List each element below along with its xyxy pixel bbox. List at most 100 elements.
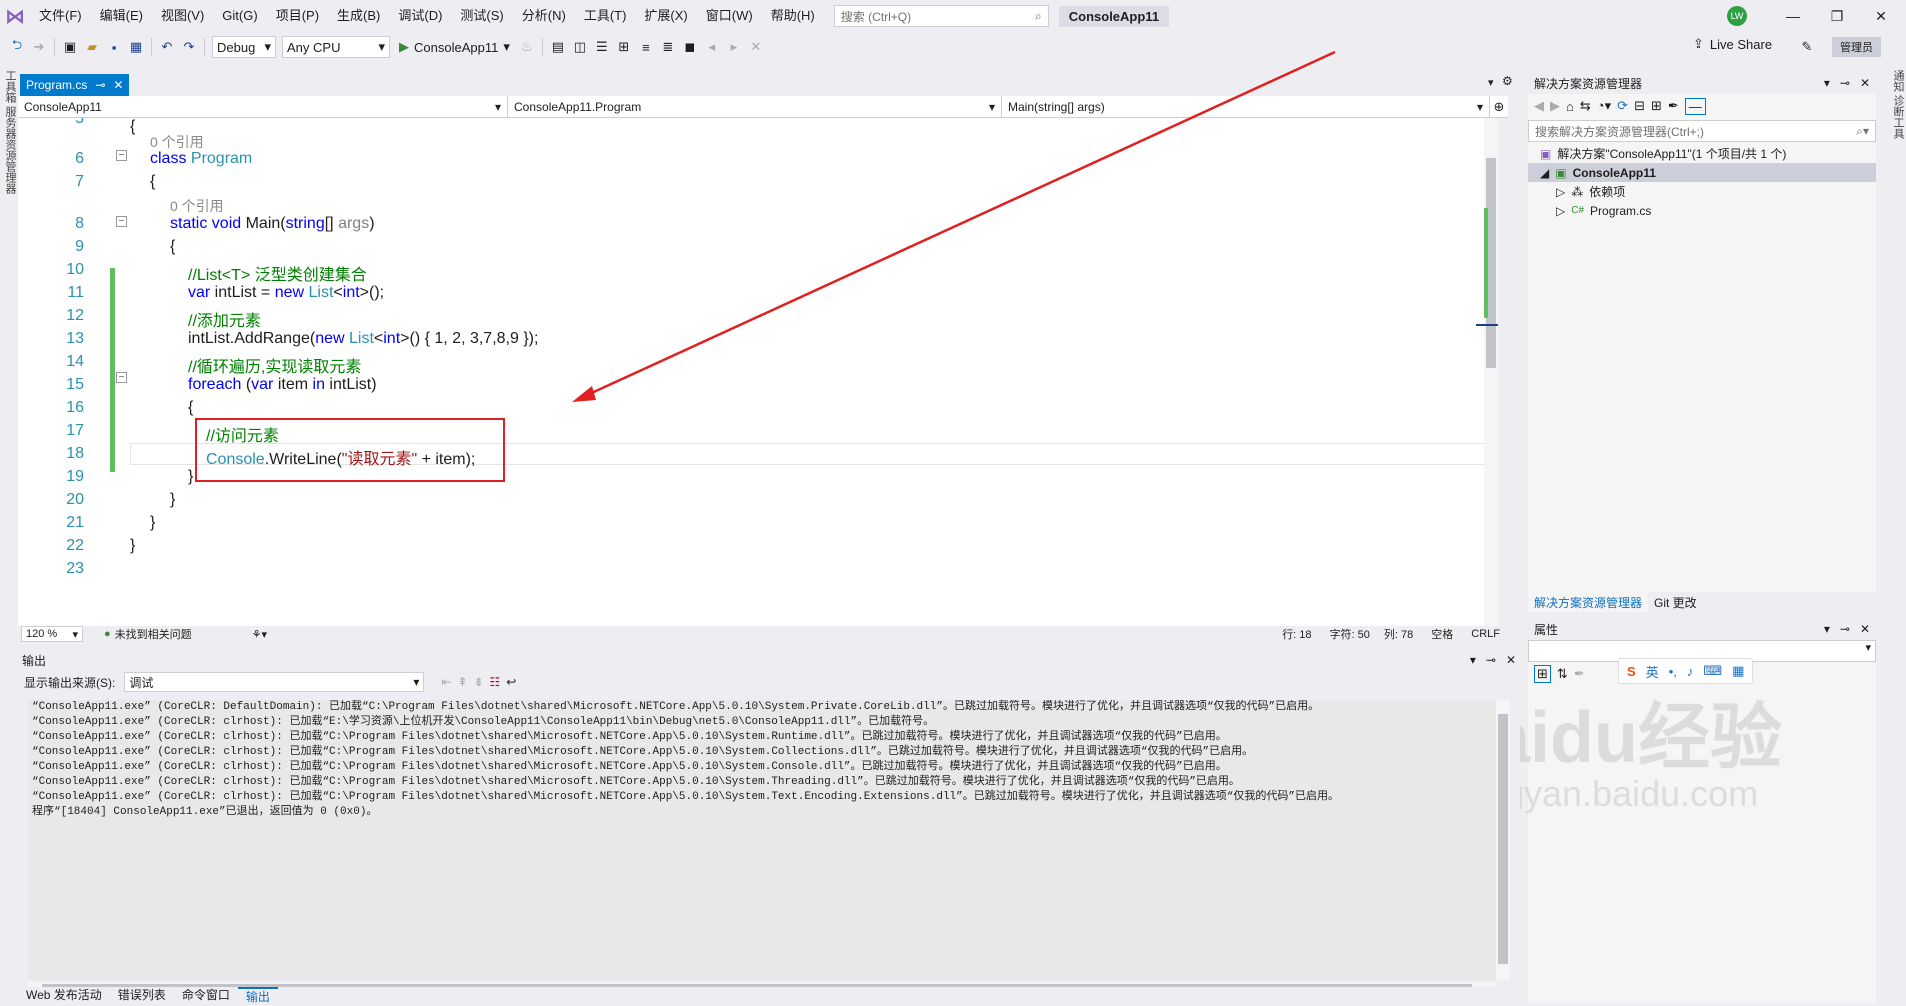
dropdown-icon[interactable]: ▾ [1470, 653, 1476, 667]
reference-count[interactable]: 0 个引用 [150, 132, 204, 152]
pin-icon[interactable]: ⊸ [1840, 76, 1850, 90]
redo-icon[interactable]: ↷ [178, 36, 200, 58]
expand-icon[interactable]: ▷ [1556, 185, 1565, 199]
member-nav-select[interactable]: Main(string[] args) ▾ [1002, 96, 1490, 118]
tree-item-project[interactable]: ◢ ▣ ConsoleApp11 [1528, 163, 1876, 182]
menu-item[interactable]: Git(G) [213, 0, 266, 32]
line-ending-indicator[interactable]: CRLF [1471, 628, 1500, 640]
class-nav-select[interactable]: ConsoleApp11.Program ▾ [508, 96, 1002, 118]
clear-all-icon[interactable]: ☷ [490, 675, 501, 689]
browse-icon[interactable]: ▤ [547, 36, 569, 58]
dropdown-icon[interactable]: ▾ [1824, 622, 1830, 636]
collapse-icon[interactable]: − [116, 216, 127, 227]
layout-icon[interactable]: ⊞ [613, 36, 635, 58]
tab-command-window[interactable]: 命令窗口 [174, 987, 238, 1004]
right-tool-strip[interactable]: 通知 诊断工具 [1880, 62, 1906, 1004]
close-icon[interactable]: ✕ [1860, 76, 1870, 90]
close-icon[interactable]: ✕ [1858, 0, 1904, 32]
forward-icon[interactable]: ➔ [28, 36, 50, 58]
solution-search-input[interactable]: 搜索解决方案资源管理器(Ctrl+;) ⌕▾ [1528, 120, 1876, 142]
left-tool-strip[interactable]: 工具箱 服务器资源管理器 [0, 62, 18, 1004]
code-editor[interactable]: 5 6 7 8 9 10 11 12 13 14 15 16 17 18 19 20 21 22 23 − − − … [18, 118, 1498, 626]
search-input[interactable]: 搜索 (Ctrl+Q) ⌕ [833, 5, 1049, 27]
menu-item[interactable]: 测试(S) [451, 0, 512, 32]
platform-select[interactable]: Any CPU ▾ [282, 36, 390, 58]
output-source-select[interactable]: 调试 ▾ [124, 672, 425, 692]
minimize-icon[interactable]: — [1770, 0, 1816, 32]
close-tab-icon[interactable]: ✕ [113, 78, 123, 92]
menu-item[interactable]: 工具(T) [575, 0, 636, 32]
next-message-icon[interactable]: ⇟ [473, 675, 483, 689]
open-folder-icon[interactable]: ▰ [81, 36, 103, 58]
find-message-icon[interactable]: ⇤ [441, 675, 451, 689]
menu-item[interactable]: 项目(P) [267, 0, 328, 32]
tab-solution-explorer[interactable]: 解决方案资源管理器 [1528, 592, 1649, 612]
close-icon[interactable]: ✕ [1860, 622, 1870, 636]
comment-icon[interactable]: ≡ [635, 36, 657, 58]
sync-icon[interactable]: ⟳ [1617, 98, 1628, 114]
back-icon[interactable]: ⮌ [6, 36, 28, 58]
scroll-thumb[interactable] [1498, 714, 1508, 964]
project-nav-select[interactable]: ConsoleApp11 ▾ [18, 96, 508, 118]
collapse-all-icon[interactable]: ⊟ [1634, 98, 1645, 114]
settings-icon[interactable]: ⚙ [1502, 74, 1513, 88]
dropdown-icon[interactable]: ▾ [1824, 76, 1830, 90]
screenshot-icon[interactable]: ◫ [569, 36, 591, 58]
align-icon[interactable]: ☰ [591, 36, 613, 58]
microphone-icon[interactable]: ♪ [1687, 664, 1694, 679]
configuration-select[interactable]: Debug ▾ [212, 36, 276, 58]
word-wrap-icon[interactable]: ↩ [506, 675, 516, 689]
clear-bookmarks-icon[interactable]: ✕ [745, 36, 767, 58]
output-text[interactable]: “ConsoleApp11.exe” (CoreCLR: DefaultDoma… [28, 700, 1498, 980]
show-all-files-icon[interactable]: ⊞ [1651, 98, 1662, 114]
undo-icon[interactable]: ↶ [156, 36, 178, 58]
prev-message-icon[interactable]: ⇞ [457, 675, 467, 689]
col-indicator[interactable]: 列: 78 [1384, 626, 1413, 642]
tab-overflow-icon[interactable]: ▾ [1488, 76, 1494, 89]
pin-icon[interactable]: ⊸ [1486, 653, 1496, 667]
home-icon[interactable]: ⌂ [1566, 99, 1574, 114]
tab-git-changes[interactable]: Git 更改 [1648, 592, 1703, 612]
menu-item[interactable]: 分析(N) [513, 0, 575, 32]
tab-web-publish[interactable]: Web 发布活动 [18, 987, 110, 1004]
keyboard-icon[interactable]: ⌨ [1703, 663, 1722, 679]
editor-vertical-scrollbar[interactable] [1476, 118, 1498, 626]
char-indicator[interactable]: 字符: 50 [1330, 626, 1370, 642]
tab-program-cs[interactable]: Program.cs ⊸ ✕ [20, 74, 130, 96]
preview-icon[interactable]: — [1684, 97, 1706, 115]
expand-icon[interactable]: ▷ [1556, 204, 1565, 218]
start-debugging-button[interactable]: ▶ ConsoleApp11 ▾ [399, 39, 510, 55]
menu-item[interactable]: 生成(B) [328, 0, 389, 32]
pending-changes-icon[interactable]: ◔▾ [1597, 98, 1611, 114]
uncomment-icon[interactable]: ≣ [657, 36, 679, 58]
whitespace-indicator[interactable]: 空格 [1431, 626, 1453, 642]
switch-views-icon[interactable]: ⇆ [1580, 98, 1591, 114]
forward-icon[interactable]: ▶ [1550, 98, 1560, 114]
tree-item-solution[interactable]: ▣ 解决方案"ConsoleApp11"(1 个项目/共 1 个) [1528, 144, 1876, 163]
new-project-icon[interactable]: ▣ [59, 36, 81, 58]
live-share-button[interactable]: ⇪ Live Share [1693, 36, 1772, 52]
avatar[interactable]: LW [1727, 6, 1747, 26]
menu-item[interactable]: 调试(D) [389, 0, 451, 32]
tree-item-dependencies[interactable]: ▷ ⁂ 依赖项 [1528, 182, 1876, 201]
split-editor-icon[interactable]: ⊕ [1490, 96, 1508, 117]
menu-item[interactable]: 扩展(X) [635, 0, 696, 32]
collapse-icon[interactable]: − [116, 372, 127, 383]
close-icon[interactable]: ✕ [1506, 653, 1516, 667]
reference-count[interactable]: 0 个引用 [170, 196, 224, 216]
save-all-icon[interactable]: ▦ [125, 36, 147, 58]
punctuation-icon[interactable]: •, [1669, 664, 1677, 679]
menu-item[interactable]: 视图(V) [152, 0, 213, 32]
back-icon[interactable]: ◀ [1534, 98, 1544, 114]
prev-bookmark-icon[interactable]: ◂ [701, 36, 723, 58]
maximize-icon[interactable]: ❐ [1814, 0, 1860, 32]
menu-item[interactable]: 文件(F) [30, 0, 91, 32]
tab-output[interactable]: 输出 [237, 987, 278, 1004]
zoom-select[interactable]: 120 % ▾ [21, 626, 83, 642]
hot-reload-icon[interactable]: ♨ [516, 36, 538, 58]
collapse-icon[interactable]: − [116, 150, 127, 161]
output-vertical-scrollbar[interactable] [1496, 700, 1510, 980]
properties-icon[interactable]: ✒ [1668, 98, 1679, 114]
bookmark-icon[interactable]: ◼ [679, 36, 701, 58]
menu-item[interactable]: 编辑(E) [91, 0, 152, 32]
